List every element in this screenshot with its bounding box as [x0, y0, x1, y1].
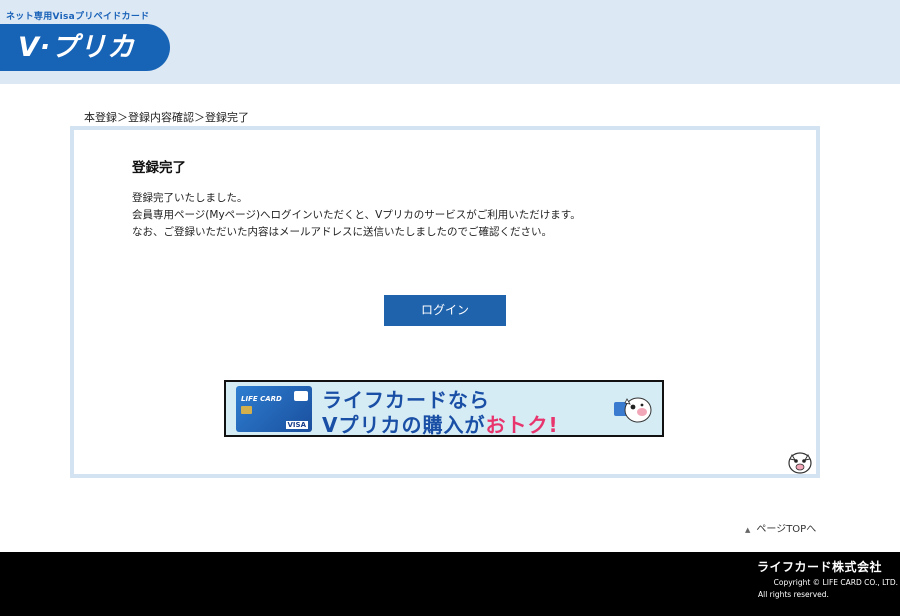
arrow-up-icon: ▲ [745, 526, 751, 534]
card-brand-label: LIFE CARD [241, 395, 282, 403]
site-tagline: ネット専用Visaプリペイドカード [6, 12, 150, 22]
page-top-label: ページTOPへ [756, 524, 817, 535]
email-sent-message: なお、ご登録いただいた内容はメールアドレスに送信いたしましたのでご確認ください。 [132, 226, 552, 238]
page-title: 登録完了 [132, 160, 186, 176]
page-top-link[interactable]: ▲ ページTOPへ [745, 520, 816, 535]
rights-text: All rights reserved. [758, 590, 829, 599]
visa-label: VISA [285, 421, 308, 429]
breadcrumb: 本登録＞登録内容確認＞登録完了 [84, 111, 249, 124]
life-card-image: LIFE CARD VISA [236, 386, 312, 432]
lifecard-promo-banner[interactable]: LIFE CARD VISA ライフカードなら Vプリカの購入がおトク! [224, 380, 664, 437]
copyright-text: Copyright © LIFE CARD CO., LTD. [773, 578, 898, 587]
card-chip-icon [241, 406, 252, 414]
pig-mascot-icon [614, 397, 652, 423]
card-logo-icon [294, 391, 308, 401]
pig-mascot-corner-icon [788, 452, 812, 474]
banner-subheadline: Vプリカの購入がおトク! [322, 409, 559, 437]
banner-accent-text: おトク! [485, 413, 559, 437]
banner-subheadline-prefix: Vプリカの購入が [322, 413, 486, 437]
login-button[interactable]: ログイン [384, 295, 506, 326]
vpreca-logo[interactable]: V·プリカ [0, 24, 170, 71]
mypage-login-message: 会員専用ページ(Myページ)へログインいただくと、Vプリカのサービスがご利用いた… [132, 209, 581, 221]
completion-message: 登録完了いたしました。 [132, 192, 248, 204]
site-header: ネット専用Visaプリペイドカード V·プリカ [0, 0, 900, 84]
registration-complete-panel: 登録完了 登録完了いたしました。 会員専用ページ(Myページ)へログインいただく… [70, 126, 820, 478]
company-name: ライフカード株式会社 [756, 560, 882, 574]
site-footer: ライフカード株式会社 Copyright © LIFE CARD CO., LT… [0, 552, 900, 616]
